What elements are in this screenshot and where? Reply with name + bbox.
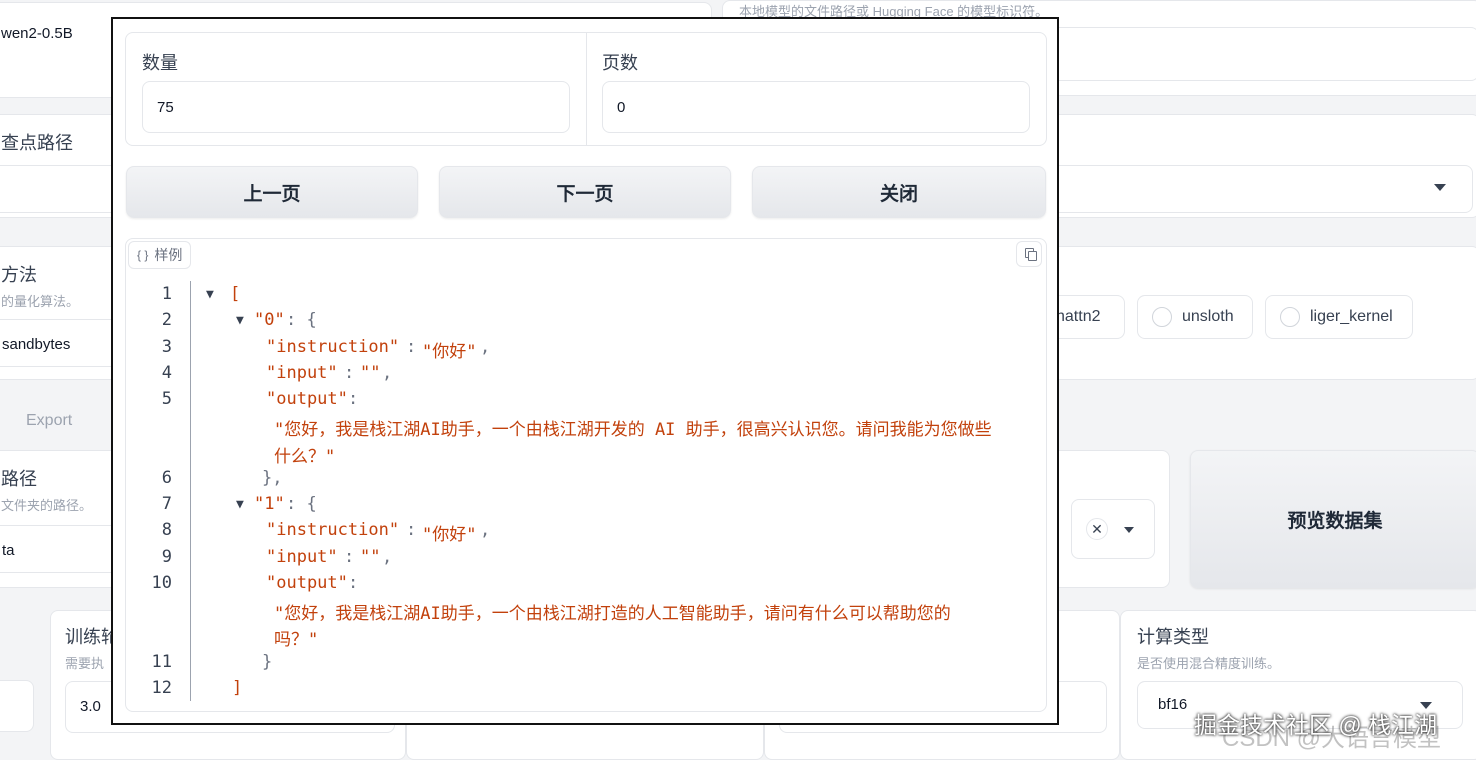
- json-value: "你好": [422, 342, 477, 362]
- line-number: 7: [161, 494, 172, 514]
- json-value: "您好，我是栈江湖AI助手，一个由栈江湖开发的 AI 助手，很高兴认识您。请问我…: [274, 420, 992, 440]
- line-number: 11: [151, 652, 172, 672]
- booster-option-unsloth[interactable]: unsloth: [1137, 295, 1253, 339]
- json-punctuation: ,: [382, 363, 393, 383]
- json-bracket-close: ]: [232, 678, 243, 698]
- chevron-down-icon: [1124, 527, 1134, 533]
- json-punctuation: ,: [480, 337, 491, 357]
- json-key: "output": [266, 389, 348, 409]
- line-number: 6: [161, 468, 172, 488]
- line-number: 9: [161, 547, 172, 567]
- chevron-down-icon: [1434, 184, 1446, 191]
- next-page-button[interactable]: 下一页: [439, 166, 731, 218]
- page-input[interactable]: 0: [602, 81, 1030, 133]
- json-value: 吗？": [274, 630, 319, 650]
- line-number: 4: [161, 363, 172, 383]
- line-number: 5: [161, 389, 172, 409]
- braces-icon: { }: [137, 248, 149, 262]
- preview-dataset-button[interactable]: 预览数据集: [1190, 450, 1476, 588]
- line-number: 3: [161, 337, 172, 357]
- json-punctuation: :: [344, 547, 355, 567]
- json-punctuation: :: [406, 337, 417, 357]
- json-punctuation: },: [262, 468, 283, 488]
- json-punctuation: :: [348, 573, 359, 593]
- json-value: "您好，我是栈江湖AI助手，一个由栈江湖打造的人工智能助手，请问有什么可以帮助您…: [274, 604, 951, 624]
- json-key: "1": [254, 494, 285, 514]
- epochs-value: 3.0: [80, 698, 101, 715]
- radio-circle-icon: [1280, 307, 1300, 327]
- json-value: "": [360, 547, 381, 567]
- compute-type-value: bf16: [1158, 696, 1188, 713]
- booster-option-liger-kernel[interactable]: liger_kernel: [1265, 295, 1413, 339]
- compute-type-hint: 是否使用混合精度训练。: [1137, 656, 1281, 671]
- json-value: "你好": [422, 525, 477, 545]
- line-number: 12: [151, 678, 172, 698]
- booster-option-unsloth-label: unsloth: [1182, 308, 1234, 325]
- collapse-toggle-icon[interactable]: ▼: [206, 287, 214, 302]
- pagination-box: 数量 75 页数 0: [125, 32, 1047, 146]
- clear-icon[interactable]: ✕: [1086, 518, 1108, 540]
- left-textarea[interactable]: [0, 680, 34, 732]
- radio-circle-icon: [1152, 307, 1172, 327]
- json-value: 什么？": [274, 447, 336, 467]
- json-key: "instruction": [266, 337, 400, 357]
- compute-type-label: 计算类型: [1137, 627, 1209, 647]
- model-name-value: wen2-0.5B: [1, 25, 73, 42]
- copy-icon[interactable]: [1016, 241, 1042, 267]
- json-viewer: { } 样例 1 2 3 4 5 6 7 8 9 10 11 12 ▼ [ ▼ …: [125, 238, 1047, 712]
- json-key: "instruction": [266, 520, 400, 540]
- gutter-divider: [190, 281, 191, 701]
- booster-option-liger-kernel-label: liger_kernel: [1310, 308, 1393, 325]
- page-value: 0: [617, 99, 626, 116]
- json-punctuation: :: [344, 363, 355, 383]
- json-key: "input": [266, 547, 338, 567]
- dataset-select[interactable]: ✕: [1071, 499, 1155, 559]
- collapse-toggle-icon[interactable]: ▼: [236, 497, 244, 512]
- json-punctuation: :: [348, 389, 359, 409]
- data-path-label: 路径: [1, 469, 37, 489]
- dataset-preview-modal: 数量 75 页数 0 上一页 下一页 关闭 { } 样例 1 2 3 4 5 6…: [111, 17, 1059, 725]
- json-punctuation: ,: [480, 520, 491, 540]
- json-key: "0": [254, 310, 285, 330]
- json-punctuation: ,: [382, 547, 393, 567]
- close-button[interactable]: 关闭: [752, 166, 1046, 218]
- count-field: 75: [142, 81, 570, 133]
- watermark-juejin: 掘金技术社区 @ 栈江湖: [1194, 712, 1438, 738]
- checkpoint-label: 查点路径: [1, 133, 73, 153]
- json-punctuation: : {: [286, 310, 317, 330]
- page-label: 页数: [602, 53, 638, 73]
- epochs-hint: 需要执: [65, 656, 105, 671]
- json-tag-label: 样例: [154, 247, 183, 263]
- json-punctuation: }: [262, 652, 273, 672]
- json-bracket-open: [: [230, 284, 241, 304]
- line-number: 1: [161, 284, 172, 304]
- count-label: 数量: [142, 53, 178, 73]
- quant-method-label: 方法: [1, 265, 37, 285]
- quant-method-value: sandbytes: [2, 336, 71, 353]
- prev-page-button[interactable]: 上一页: [126, 166, 418, 218]
- quant-method-hint: 的量化算法。: [1, 294, 80, 309]
- json-value: "": [360, 363, 381, 383]
- data-path-value: ta: [2, 542, 15, 559]
- json-key: "input": [266, 363, 338, 383]
- line-number: 10: [151, 573, 172, 593]
- json-punctuation: :: [406, 520, 417, 540]
- tab-export[interactable]: Export: [26, 412, 72, 430]
- line-number: 8: [161, 520, 172, 540]
- json-tag: { } 样例: [128, 241, 192, 269]
- count-value: 75: [157, 99, 174, 116]
- data-path-hint: 文件夹的路径。: [1, 498, 93, 513]
- pagination-divider: [586, 33, 587, 145]
- line-number: 2: [161, 310, 172, 330]
- json-punctuation: : {: [286, 494, 317, 514]
- collapse-toggle-icon[interactable]: ▼: [236, 313, 244, 328]
- json-key: "output": [266, 573, 348, 593]
